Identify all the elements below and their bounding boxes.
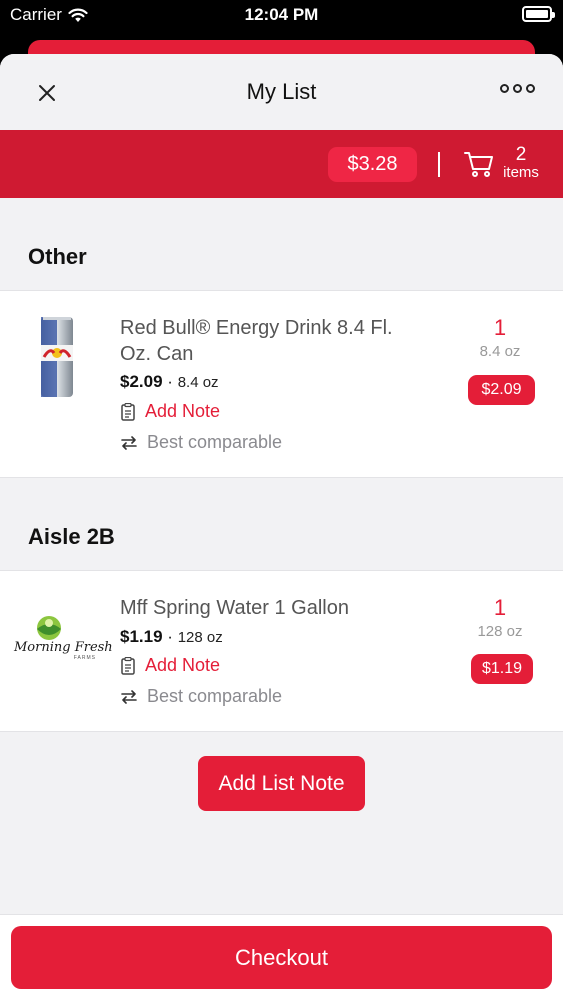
best-comparable-link[interactable]: Best comparable bbox=[120, 432, 282, 453]
checkout-footer: Checkout bbox=[0, 914, 563, 1000]
quantity-value: 1 bbox=[493, 315, 507, 340]
morning-fresh-logo: Morning Fresh FARMS bbox=[14, 615, 113, 665]
items-label: items bbox=[503, 164, 539, 181]
note-icon bbox=[121, 656, 135, 675]
logo-subtext: FARMS bbox=[73, 655, 96, 661]
my-list-sheet: My List $3.28 2 items Other Red Bull® En… bbox=[0, 54, 563, 1000]
summary-divider bbox=[438, 152, 440, 177]
best-comparable-label: Best comparable bbox=[147, 686, 283, 706]
section-title: Aisle 2B bbox=[28, 524, 115, 549]
more-icon bbox=[500, 84, 509, 93]
status-time: 12:04 PM bbox=[244, 5, 319, 24]
line-price-badge: $1.19 bbox=[471, 654, 533, 684]
list-item[interactable]: Red Bull® Energy Drink 8.4 Fl. Oz. Can $… bbox=[0, 290, 563, 478]
swap-icon bbox=[121, 689, 137, 704]
cart-count[interactable]: 2 items bbox=[500, 145, 542, 180]
note-icon bbox=[121, 402, 135, 421]
item-name[interactable]: Mff Spring Water 1 Gallon bbox=[120, 595, 420, 621]
price-separator: · bbox=[167, 372, 173, 391]
unit-size: 128 oz bbox=[177, 629, 223, 646]
section-header-other: Other bbox=[0, 198, 563, 290]
section-header-aisle-2b: Aisle 2B bbox=[0, 478, 563, 570]
item-name[interactable]: Red Bull® Energy Drink 8.4 Fl. Oz. Can bbox=[120, 315, 420, 367]
price-line: $1.19 · 128 oz bbox=[120, 627, 223, 647]
quantity-control[interactable]: 1 128 oz bbox=[465, 595, 535, 640]
quantity-value: 1 bbox=[493, 595, 507, 620]
quantity-control[interactable]: 1 8.4 oz bbox=[465, 315, 535, 360]
add-note-link[interactable]: Add Note bbox=[120, 655, 220, 676]
add-note-label: Add Note bbox=[145, 655, 221, 675]
logo-text: Morning Fresh bbox=[14, 640, 113, 655]
line-price-badge: $2.09 bbox=[468, 375, 535, 405]
battery-icon bbox=[522, 6, 555, 22]
red-bull-can-image bbox=[41, 317, 73, 397]
list-item[interactable]: Morning Fresh FARMS Mff Spring Water 1 G… bbox=[0, 570, 563, 732]
quantity-size: 128 oz bbox=[477, 623, 523, 640]
summary-bar: $3.28 2 items bbox=[0, 130, 563, 198]
more-button[interactable] bbox=[500, 84, 535, 93]
best-comparable-label: Best comparable bbox=[147, 432, 283, 452]
swap-icon bbox=[121, 435, 137, 450]
logo-sun-icon bbox=[37, 616, 61, 640]
page-title: My List bbox=[246, 79, 317, 104]
best-comparable-link[interactable]: Best comparable bbox=[120, 686, 282, 707]
add-note-link[interactable]: Add Note bbox=[120, 401, 220, 422]
nav-bar: My List bbox=[0, 54, 563, 130]
quantity-size: 8.4 oz bbox=[479, 343, 521, 360]
price-line: $2.09 · 8.4 oz bbox=[120, 372, 219, 392]
status-bar: Carrier 12:04 PM bbox=[0, 0, 563, 30]
checkout-button[interactable]: Checkout bbox=[11, 926, 552, 989]
cart-icon bbox=[464, 152, 493, 177]
item-count: 2 bbox=[515, 144, 527, 165]
section-title: Other bbox=[28, 244, 87, 269]
unit-price: $1.19 bbox=[120, 627, 163, 646]
price-separator: · bbox=[167, 627, 173, 646]
unit-price: $2.09 bbox=[120, 372, 163, 391]
add-list-note-button[interactable]: Add List Note bbox=[198, 756, 365, 811]
total-price-badge: $3.28 bbox=[328, 147, 417, 182]
add-note-label: Add Note bbox=[145, 401, 221, 421]
unit-size: 8.4 oz bbox=[177, 374, 219, 391]
